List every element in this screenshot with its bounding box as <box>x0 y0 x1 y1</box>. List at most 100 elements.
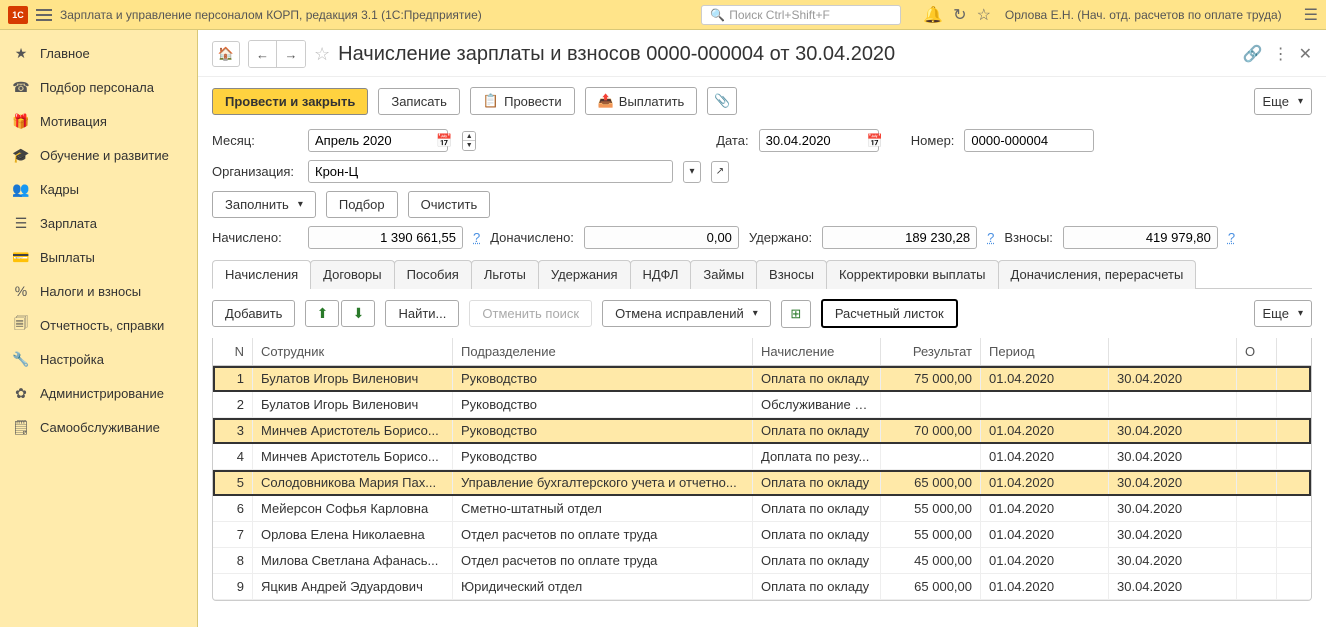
menu-bars-icon[interactable]: ☰ <box>1304 5 1318 25</box>
more-actions-button[interactable]: Еще <box>1254 88 1312 115</box>
tab-2[interactable]: Пособия <box>394 260 472 289</box>
sidebar-item-10[interactable]: ✿Администрирование <box>0 376 197 410</box>
cell-period-start: 01.04.2020 <box>981 418 1109 443</box>
cancel-corrections-button[interactable]: Отмена исправлений <box>602 300 771 327</box>
attach-button[interactable]: 📎 <box>707 87 737 115</box>
col-header-employee[interactable]: Сотрудник <box>253 338 453 365</box>
table-row[interactable]: 4Минчев Аристотель Борисо...РуководствоД… <box>213 444 1311 470</box>
col-header-accrual[interactable]: Начисление <box>753 338 881 365</box>
col-header-period[interactable]: Период <box>981 338 1109 365</box>
kebab-menu-icon[interactable]: ⋮ <box>1273 44 1289 64</box>
col-header-department[interactable]: Подразделение <box>453 338 753 365</box>
tab-5[interactable]: НДФЛ <box>630 260 692 289</box>
find-button[interactable]: Найти... <box>385 300 459 327</box>
month-label: Месяц: <box>212 133 298 148</box>
close-button[interactable]: ✕ <box>1299 44 1312 64</box>
sidebar-item-4[interactable]: 👥Кадры <box>0 172 197 206</box>
help-icon[interactable]: ? <box>473 230 480 245</box>
table-row[interactable]: 9Яцкив Андрей ЭдуардовичЮридический отде… <box>213 574 1311 600</box>
save-button[interactable]: Записать <box>378 88 460 115</box>
tab-9[interactable]: Доначисления, перерасчеты <box>998 260 1197 289</box>
help-icon[interactable]: ? <box>1228 230 1235 245</box>
main-menu-icon[interactable] <box>36 9 52 21</box>
sidebar-item-9[interactable]: 🔧Настройка <box>0 342 197 376</box>
bell-icon[interactable]: 🔔 <box>923 5 943 25</box>
move-up-button[interactable]: ⬆ <box>305 300 339 327</box>
add-row-button[interactable]: Добавить <box>212 300 295 327</box>
table-row[interactable]: 7Орлова Елена НиколаевнаОтдел расчетов п… <box>213 522 1311 548</box>
move-down-button[interactable]: ⬇ <box>341 300 375 327</box>
post-icon: 📋 <box>483 93 499 109</box>
sidebar-item-1[interactable]: ☎Подбор персонала <box>0 70 197 104</box>
sidebar-item-6[interactable]: 💳Выплаты <box>0 240 197 274</box>
tab-8[interactable]: Корректировки выплаты <box>826 260 999 289</box>
star-icon[interactable]: ☆ <box>977 5 991 25</box>
link-icon[interactable]: 🔗 <box>1243 44 1263 64</box>
home-button[interactable]: 🏠 <box>212 41 240 67</box>
cell-accrual: Доплата по резу... <box>753 444 881 469</box>
fill-button[interactable]: Заполнить <box>212 191 316 218</box>
cell-accrual: Оплата по окладу <box>753 548 881 573</box>
contrib-label: Взносы: <box>1004 230 1053 245</box>
titlebar: 1C Зарплата и управление персоналом КОРП… <box>0 0 1326 30</box>
tab-4[interactable]: Удержания <box>538 260 631 289</box>
sidebar-item-5[interactable]: ☰Зарплата <box>0 206 197 240</box>
global-search-input[interactable]: 🔍 Поиск Ctrl+Shift+F <box>701 5 901 25</box>
col-header-o[interactable]: О <box>1237 338 1277 365</box>
cell-period-end: 30.04.2020 <box>1109 496 1237 521</box>
org-dropdown-button[interactable]: ▾ <box>683 161 701 183</box>
table-row[interactable]: 5Солодовникова Мария Пах...Управление бу… <box>213 470 1311 496</box>
month-input[interactable] <box>308 129 448 152</box>
pay-button[interactable]: 📤Выплатить <box>585 87 698 115</box>
history-icon[interactable]: ↻ <box>953 5 966 25</box>
table-settings-button[interactable]: ⊞ <box>781 300 811 328</box>
number-input[interactable] <box>964 129 1094 152</box>
cell-period-start: 01.04.2020 <box>981 496 1109 521</box>
cell-department: Юридический отдел <box>453 574 753 599</box>
month-spinner[interactable]: ▲▼ <box>462 131 476 151</box>
back-button[interactable]: ← <box>249 41 277 67</box>
sidebar-item-3[interactable]: 🎓Обучение и развитие <box>0 138 197 172</box>
sidebar-item-2[interactable]: 🎁Мотивация <box>0 104 197 138</box>
sidebar-icon: % <box>12 282 30 300</box>
cell-accrual: Оплата по окладу <box>753 418 881 443</box>
org-input[interactable] <box>308 160 673 183</box>
tab-6[interactable]: Займы <box>690 260 757 289</box>
post-button[interactable]: 📋Провести <box>470 87 575 115</box>
table-row[interactable]: 2Булатов Игорь ВиленовичРуководствоОбслу… <box>213 392 1311 418</box>
help-icon[interactable]: ? <box>987 230 994 245</box>
paperclip-icon: 📎 <box>714 93 730 109</box>
table-row[interactable]: 3Минчев Аристотель Борисо...РуководствоО… <box>213 418 1311 444</box>
favorite-star-icon[interactable]: ☆ <box>314 44 330 65</box>
sidebar-item-0[interactable]: ★Главное <box>0 36 197 70</box>
sidebar-item-8[interactable]: 🗐Отчетность, справки <box>0 308 197 342</box>
sidebar-item-7[interactable]: %Налоги и взносы <box>0 274 197 308</box>
select-button[interactable]: Подбор <box>326 191 398 218</box>
org-open-button[interactable]: ↗ <box>711 161 729 183</box>
col-header-result[interactable]: Результат <box>881 338 981 365</box>
date-input[interactable] <box>759 129 879 152</box>
col-header-n[interactable]: N <box>213 338 253 365</box>
search-placeholder: Поиск Ctrl+Shift+F <box>729 8 830 22</box>
sidebar-icon: ★ <box>12 44 30 62</box>
col-header-period-end[interactable] <box>1109 338 1237 365</box>
payslip-button[interactable]: Расчетный листок <box>821 299 958 328</box>
forward-button[interactable]: → <box>277 41 305 67</box>
tabs-bar: НачисленияДоговорыПособияЛьготыУдержания… <box>212 259 1312 289</box>
sidebar-icon: 🎓 <box>12 146 30 164</box>
sidebar-item-11[interactable]: 🗒Самообслуживание <box>0 410 197 444</box>
tab-3[interactable]: Льготы <box>471 260 539 289</box>
table-row[interactable]: 6Мейерсон Софья КарловнаСметно-штатный о… <box>213 496 1311 522</box>
cell-department: Управление бухгалтерского учета и отчетн… <box>453 470 753 495</box>
table-row[interactable]: 8Милова Светлана Афанась...Отдел расчето… <box>213 548 1311 574</box>
tab-more-button[interactable]: Еще <box>1254 300 1312 327</box>
sidebar-icon: 💳 <box>12 248 30 266</box>
table-row[interactable]: 1Булатов Игорь ВиленовичРуководствоОплат… <box>213 366 1311 392</box>
tab-0[interactable]: Начисления <box>212 260 311 289</box>
tab-1[interactable]: Договоры <box>310 260 394 289</box>
cell-period-start: 01.04.2020 <box>981 470 1109 495</box>
cell-accrual: Оплата по окладу <box>753 522 881 547</box>
tab-7[interactable]: Взносы <box>756 260 827 289</box>
post-and-close-button[interactable]: Провести и закрыть <box>212 88 368 115</box>
clear-button[interactable]: Очистить <box>408 191 491 218</box>
